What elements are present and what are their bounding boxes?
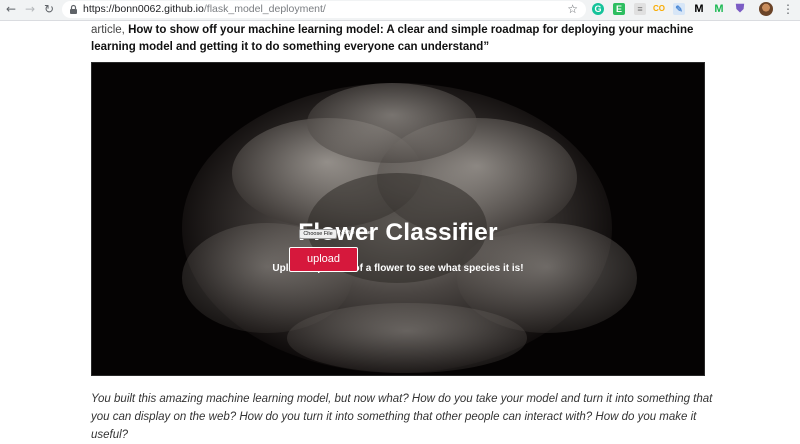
browser-toolbar: ← → ↻ https://bonn0062.github.io/flask_m… [0,0,800,21]
upload-button[interactable]: upload [289,247,358,272]
mendeley-icon[interactable]: M [713,3,725,15]
colab-icon[interactable]: CO [653,3,665,15]
choose-file-button[interactable]: Choose File [299,229,337,239]
article-link[interactable]: How to show off your machine learning mo… [91,24,693,53]
bookmark-star-icon[interactable]: ☆ [567,2,578,16]
reload-icon[interactable]: ↻ [42,2,56,16]
intro-lead: article, [91,24,129,36]
app-title: Flower Classifier [298,219,498,246]
app-screenshot: Flower Classifier Upload a picture of a … [91,62,705,376]
profile-avatar[interactable] [759,2,773,16]
address-bar[interactable]: https://bonn0062.github.io/flask_model_d… [62,1,586,18]
app-subtitle: Upload a picture of a flower to see what… [272,263,524,274]
extension-icon[interactable]: ≡ [634,3,646,15]
url-text: https://bonn0062.github.io/flask_model_d… [83,3,326,15]
back-icon[interactable]: ← [4,2,18,16]
intro-paragraph: article, How to show off your machine le… [91,22,716,55]
url-path: /flask_model_deployment/ [203,3,326,15]
menu-icon[interactable]: ⋮ [782,2,794,16]
shield-icon[interactable]: ⛊ [734,3,746,15]
url-host: https://bonn0062.github.io [83,3,204,15]
evernote-icon[interactable]: E [613,3,625,15]
medium-icon[interactable]: M [693,3,705,15]
lock-icon [70,4,77,14]
grammarly-icon[interactable]: G [592,3,604,15]
notes-icon[interactable]: ✎ [673,3,685,15]
file-status: No file chosen [339,230,374,236]
body-paragraph: You built this amazing machine learning … [91,393,713,441]
forward-icon[interactable]: → [23,2,37,16]
